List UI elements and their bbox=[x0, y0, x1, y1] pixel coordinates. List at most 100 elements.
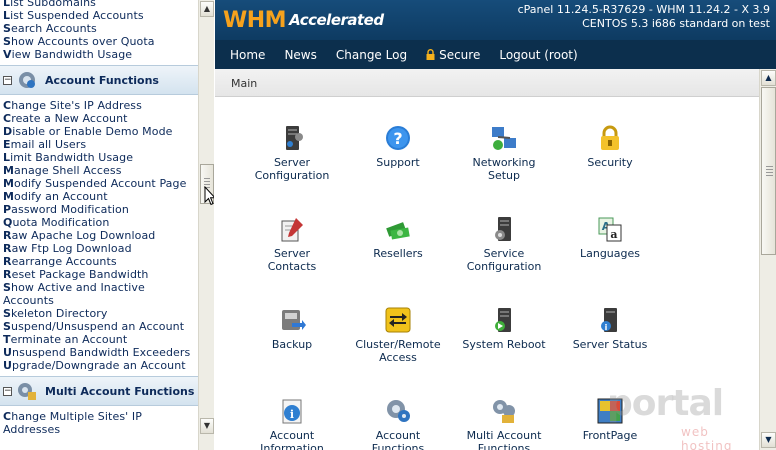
sidebar-link[interactable]: Change Site's IP Address bbox=[0, 99, 198, 112]
section-header-account-functions[interactable]: − Account Functions bbox=[0, 65, 198, 95]
link-initial: S bbox=[3, 281, 12, 294]
svg-text:i: i bbox=[605, 323, 608, 332]
sidebar-link[interactable]: Manage Shell Access bbox=[0, 164, 198, 177]
sidebar-link[interactable]: Disable or Enable Demo Mode bbox=[0, 125, 198, 138]
sidebar-link[interactable]: Modify an Account bbox=[0, 190, 198, 203]
sidebar-link[interactable]: View Bandwidth Usage bbox=[0, 48, 198, 61]
tile-server-status[interactable]: i Server Status bbox=[556, 306, 664, 351]
sidebar-scrollbar[interactable]: ▲ ▼ bbox=[198, 0, 214, 450]
sidebar-link[interactable]: Suspend/Unsuspend an Account bbox=[0, 320, 198, 333]
link-text: aw Apache Log Download bbox=[11, 229, 156, 242]
whm-logo: WHM Accelerated bbox=[223, 7, 384, 33]
tile-account-information[interactable]: i Account Information bbox=[238, 397, 346, 450]
link-initial: D bbox=[3, 125, 13, 138]
svg-text:i: i bbox=[290, 408, 294, 421]
tile-label-line1: Account bbox=[269, 429, 315, 442]
tile-resellers[interactable]: Resellers bbox=[344, 215, 452, 260]
tile-support[interactable]: ? Support bbox=[344, 124, 452, 169]
nav-home[interactable]: Home bbox=[230, 48, 265, 62]
tile-multi-account-functions[interactable]: Multi Account Functions bbox=[450, 397, 558, 450]
tile-label-line2: Information bbox=[260, 442, 324, 450]
tile-label-line1: Languages bbox=[579, 247, 641, 260]
server-icon bbox=[286, 126, 303, 150]
sidebar-link[interactable]: Quota Modification bbox=[0, 216, 198, 229]
link-initial: C bbox=[3, 99, 12, 112]
sidebar-link[interactable]: Upgrade/Downgrade an Account bbox=[0, 359, 198, 372]
link-initial: S bbox=[3, 320, 12, 333]
link-initial: U bbox=[3, 359, 13, 372]
tile-service-configuration[interactable]: Service Configuration bbox=[450, 215, 558, 273]
tile-frontpage[interactable]: FrontPage bbox=[556, 397, 664, 442]
reboot-icon bbox=[495, 308, 511, 332]
link-initial: C bbox=[3, 410, 12, 423]
tile-cluster-remote-access[interactable]: Cluster/Remote Access bbox=[344, 306, 452, 364]
help-icon: ? bbox=[386, 126, 410, 150]
sidebar-link[interactable]: Addresses bbox=[0, 423, 198, 436]
breadcrumb-main[interactable]: Main bbox=[231, 77, 257, 90]
link-text: imit Bandwidth Usage bbox=[10, 151, 134, 164]
service-server-icon bbox=[495, 217, 511, 241]
scroll-up-arrow-icon[interactable]: ▲ bbox=[200, 1, 214, 17]
tile-label-line2: Contacts bbox=[267, 260, 317, 273]
sidebar-link[interactable]: Terminate an Account bbox=[0, 333, 198, 346]
link-initial: S bbox=[3, 22, 12, 35]
scroll-up-arrow-icon[interactable]: ▲ bbox=[761, 70, 776, 86]
sidebar-link[interactable]: Modify Suspended Account Page bbox=[0, 177, 198, 190]
sidebar-menu: List Subdomains List Suspended Accounts Se… bbox=[0, 0, 198, 450]
collapse-toggle[interactable]: − bbox=[3, 75, 12, 85]
link-text: keleton Directory bbox=[11, 307, 108, 320]
sidebar-link[interactable]: Accounts bbox=[0, 294, 198, 307]
sidebar-link[interactable]: Email all Users bbox=[0, 138, 198, 151]
nav-secure[interactable]: Secure bbox=[426, 48, 480, 62]
tile-languages[interactable]: Aa Languages bbox=[556, 215, 664, 260]
sidebar-link[interactable]: Raw Ftp Log Download bbox=[0, 242, 198, 255]
sidebar-link[interactable]: Show Active and Inactive bbox=[0, 281, 198, 294]
link-initial: T bbox=[3, 333, 11, 346]
main-scrollbar[interactable]: ▲ ▼ bbox=[759, 69, 776, 450]
link-text: earrange Accounts bbox=[11, 255, 117, 268]
tile-label-line1: System Reboot bbox=[462, 338, 546, 351]
sidebar-link[interactable]: Create a New Account bbox=[0, 112, 198, 125]
section-header-multi-account-functions[interactable]: − Multi Account Functions bbox=[0, 376, 198, 406]
scrollbar-thumb[interactable] bbox=[761, 87, 776, 255]
sidebar-link[interactable]: Limit Bandwidth Usage bbox=[0, 151, 198, 164]
scroll-down-arrow-icon[interactable]: ▼ bbox=[200, 418, 214, 434]
tile-label-line1: Server Status bbox=[572, 338, 648, 351]
sidebar-link[interactable]: Show Accounts over Quota bbox=[0, 35, 198, 48]
nav-change-log[interactable]: Change Log bbox=[336, 48, 407, 62]
tile-label-line2: Functions bbox=[477, 442, 531, 450]
sidebar-link[interactable]: Password Modification bbox=[0, 203, 198, 216]
tile-system-reboot[interactable]: System Reboot bbox=[450, 306, 558, 351]
tile-account-functions[interactable]: Account Functions bbox=[344, 397, 452, 450]
sidebar-link[interactable]: Skeleton Directory bbox=[0, 307, 198, 320]
os-text: CENTOS 5.3 i686 standard on test bbox=[582, 17, 770, 30]
tile-backup[interactable]: Backup bbox=[238, 306, 346, 351]
sidebar-link[interactable]: Unsuspend Bandwidth Exceeders bbox=[0, 346, 198, 359]
sidebar-link[interactable]: Reset Package Bandwidth bbox=[0, 268, 198, 281]
tile-server-configuration[interactable]: Server Configuration bbox=[238, 124, 346, 182]
tile-label-line2: Configuration bbox=[466, 260, 542, 273]
sidebar-link[interactable]: Search Accounts bbox=[0, 22, 198, 35]
sidebar-link[interactable]: Change Multiple Sites' IP bbox=[0, 410, 198, 423]
nav-logout[interactable]: Logout (root) bbox=[499, 48, 577, 62]
nav-news[interactable]: News bbox=[284, 48, 316, 62]
scroll-down-arrow-icon[interactable]: ▼ bbox=[761, 432, 776, 448]
tile-networking-setup[interactable]: Networking Setup bbox=[450, 124, 558, 182]
collapse-toggle[interactable]: − bbox=[3, 386, 12, 396]
link-text: odify an Account bbox=[14, 190, 108, 203]
sidebar-link[interactable]: Raw Apache Log Download bbox=[0, 229, 198, 242]
multi-account-functions-icon bbox=[18, 383, 36, 400]
link-text: ist Suspended Accounts bbox=[10, 9, 144, 22]
tile-server-contacts[interactable]: Server Contacts bbox=[238, 215, 346, 273]
link-text: eset Package Bandwidth bbox=[11, 268, 149, 281]
sidebar-link[interactable]: List Suspended Accounts bbox=[0, 9, 198, 22]
sidebar-link[interactable]: List Subdomains bbox=[0, 0, 198, 9]
link-initial: R bbox=[3, 242, 12, 255]
money-icon bbox=[386, 222, 410, 240]
tile-security[interactable]: Security bbox=[556, 124, 664, 169]
main-panel: WHM Accelerated cPanel 11.24.5-R37629 - … bbox=[215, 0, 776, 450]
sidebar-link[interactable]: Rearrange Accounts bbox=[0, 255, 198, 268]
network-icon bbox=[492, 127, 516, 150]
logo-accelerated-text: Accelerated bbox=[289, 11, 384, 29]
tile-label-line1: Service bbox=[483, 247, 525, 260]
